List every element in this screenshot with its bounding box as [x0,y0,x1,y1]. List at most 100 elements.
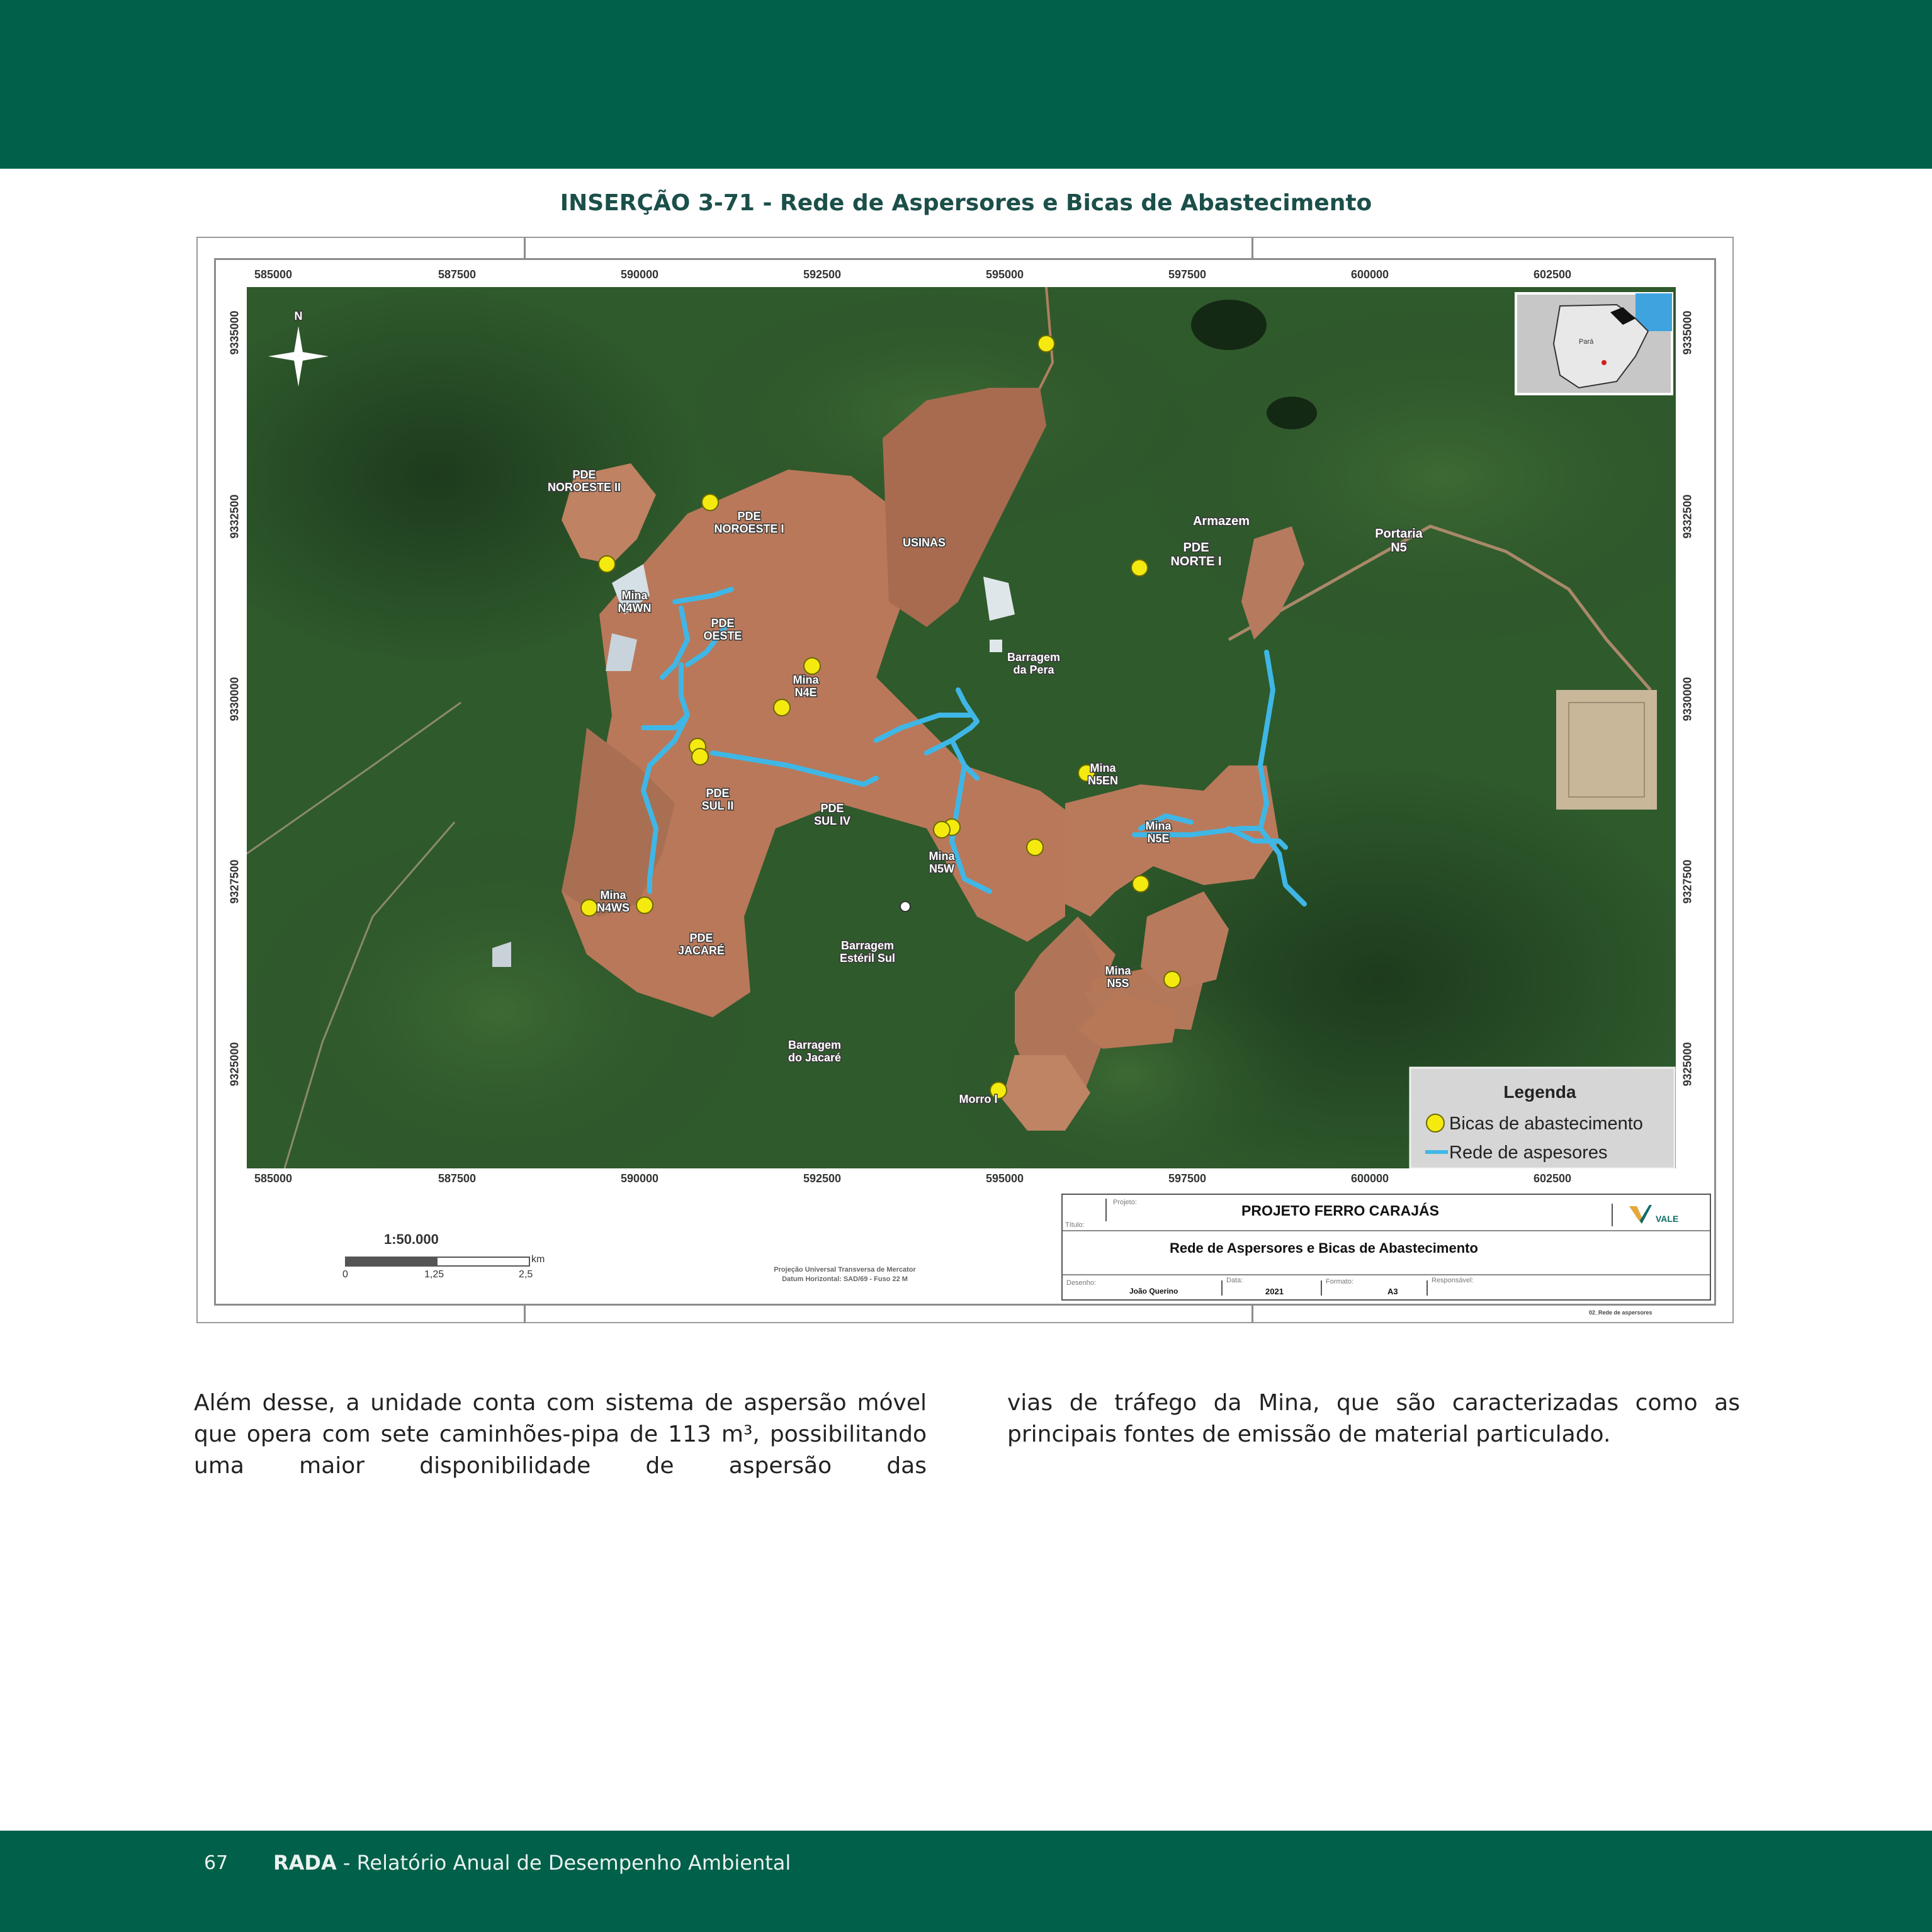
header-band [0,0,1932,169]
body-column-2: vias de tráfego da Mina, que são caracte… [1007,1390,1740,1447]
tb-formato-label: Formato: [1326,1278,1354,1285]
coord-top-3: 590000 [621,268,659,281]
legend-bica-symbol [1426,1114,1445,1133]
coord-right-3: 9330000 [1681,677,1694,721]
coord-bottom-1: 585000 [254,1172,293,1185]
file-name: 02_Rede de aspersores [1589,1309,1652,1316]
north-label: N [295,310,303,322]
frame-tick [1251,238,1253,258]
legend-item-rede: Rede de aspesores [1449,1143,1608,1163]
coord-bottom-2: 587500 [438,1172,477,1185]
inset-map: Pará [1515,292,1673,395]
tb-desenho: João Querino [1129,1287,1178,1296]
coord-bottom-7: 600000 [1351,1172,1389,1185]
tb-desenho-label: Desenho: [1066,1279,1097,1287]
coord-top-5: 595000 [986,268,1024,281]
coord-left-1: 9335000 [228,310,241,355]
coord-left-4: 9327500 [228,859,241,904]
town [1556,690,1657,810]
bica-point [933,821,951,839]
tb-responsavel-label: Responsável: [1432,1277,1474,1284]
svg-text:Armazem: Armazem [1193,514,1250,528]
running-title: RADA - Relatório Anual de Desempenho Amb… [273,1851,791,1875]
coord-right-5: 9325000 [1681,1042,1694,1087]
coord-bottom-3: 590000 [621,1172,659,1185]
frame-tick [1251,1304,1253,1323]
scale-bar [345,1257,530,1267]
tb-titulo: Rede de Aspersores e Bicas de Abastecime… [1170,1240,1478,1256]
vale-logo-text: VALE [1656,1214,1679,1224]
page-number: 67 [204,1852,229,1874]
body-column-1: Além desse, a unidade conta com sistema … [194,1390,927,1479]
svg-text:PDESUL II: PDE SUL II [702,787,734,812]
svg-text:USINAS: USINAS [903,536,946,549]
svg-text:MinaN4WS: Mina N4WS [597,889,630,914]
svg-text:MinaN5W: Mina N5W [929,850,955,875]
coord-top-4: 592500 [803,268,842,281]
coord-left-3: 9330000 [228,677,241,721]
tb-formato: A3 [1387,1287,1398,1296]
svg-text:MinaN4E: Mina N4E [793,674,819,699]
coord-top-8: 602500 [1534,268,1572,281]
coord-top-1: 585000 [254,268,293,281]
bica-point [1037,335,1055,353]
figure-caption: INSERÇÃO 3-71 - Rede de Aspersores e Bic… [560,190,1372,216]
bica-point [1131,559,1148,577]
svg-text:MinaN5S: Mina N5S [1105,964,1131,990]
tb-projeto-label: Projeto: [1113,1199,1137,1206]
projection-line-2: Datum Horizontal: SAD/69 - Fuso 22 M [782,1275,908,1283]
bica-point [773,699,791,716]
scale-tick-2: 2,5 [519,1269,533,1280]
scale-unit: km [531,1254,545,1265]
svg-text:Morro I: Morro I [959,1093,998,1105]
frame-tick [524,1304,526,1323]
legend-title: Legenda [1503,1082,1576,1102]
coord-bottom-5: 595000 [986,1172,1024,1185]
vale-logo-icon [1628,1204,1653,1225]
tb-data: 2021 [1265,1287,1284,1296]
coord-left-2: 9332500 [228,494,241,539]
bica-point [1026,839,1044,856]
svg-text:MinaN4WN: Mina N4WN [618,589,652,614]
svg-text:Barragemda Pera: Barragem da Pera [1007,651,1060,676]
reference-point [900,901,911,912]
coord-bottom-6: 597500 [1168,1172,1207,1185]
coord-top-7: 600000 [1351,268,1389,281]
coord-bottom-4: 592500 [803,1172,842,1185]
projection-line-1: Projeção Universal Transversa de Mercato… [774,1266,916,1274]
map-canvas: N Pará PDE NOROESTE II PDE NOROESTE I USIN… [247,287,1676,1168]
scale-ratio: 1:50.000 [384,1231,439,1247]
bica-point [1163,971,1181,988]
title-block: Projeto: Título: PROJETO FERRO CARAJÁS R… [1061,1194,1711,1301]
bica-point [1132,875,1150,893]
tb-projeto: PROJETO FERRO CARAJÁS [1241,1202,1439,1219]
projection-note: Projeção Universal Transversa de Mercato… [738,1265,952,1284]
coord-bottom-8: 602500 [1534,1172,1572,1185]
map-legend: Legenda Bicas de abastecimento Rede de a… [1409,1066,1676,1168]
tb-titulo-label: Título: [1065,1221,1085,1229]
bica-point [701,494,719,511]
bica-point [598,555,616,573]
bica-point [580,899,598,917]
coord-right-4: 9327500 [1681,859,1694,904]
bica-point [691,748,709,765]
coord-right-1: 9335000 [1681,310,1694,355]
frame-tick [524,238,526,258]
svg-text:Barragemdo Jacaré: Barragem do Jacaré [788,1039,841,1064]
running-title-text: - Relatório Anual de Desempenho Ambienta… [336,1851,791,1875]
svg-text:MinaN5E: Mina N5E [1145,820,1172,845]
running-brand: RADA [273,1851,337,1875]
coord-top-6: 597500 [1168,268,1207,281]
svg-text:BarragemEstéril Sul: Barragem Estéril Sul [840,939,895,964]
svg-text:MinaN5EN: Mina N5EN [1088,762,1118,787]
satellite-map: N Pará PDE NOROESTE II PDE NOROESTE I USIN… [247,287,1676,1168]
bica-point [636,896,653,914]
scale-tick-1: 1,25 [424,1269,444,1280]
tb-data-label: Data: [1226,1277,1243,1284]
footer-band [0,1831,1932,1932]
legend-item-bicas: Bicas de abastecimento [1449,1114,1643,1134]
coord-right-2: 9332500 [1681,494,1694,539]
coord-top-2: 587500 [438,268,477,281]
inset-label: Pará [1579,338,1594,346]
bica-point [803,657,821,675]
